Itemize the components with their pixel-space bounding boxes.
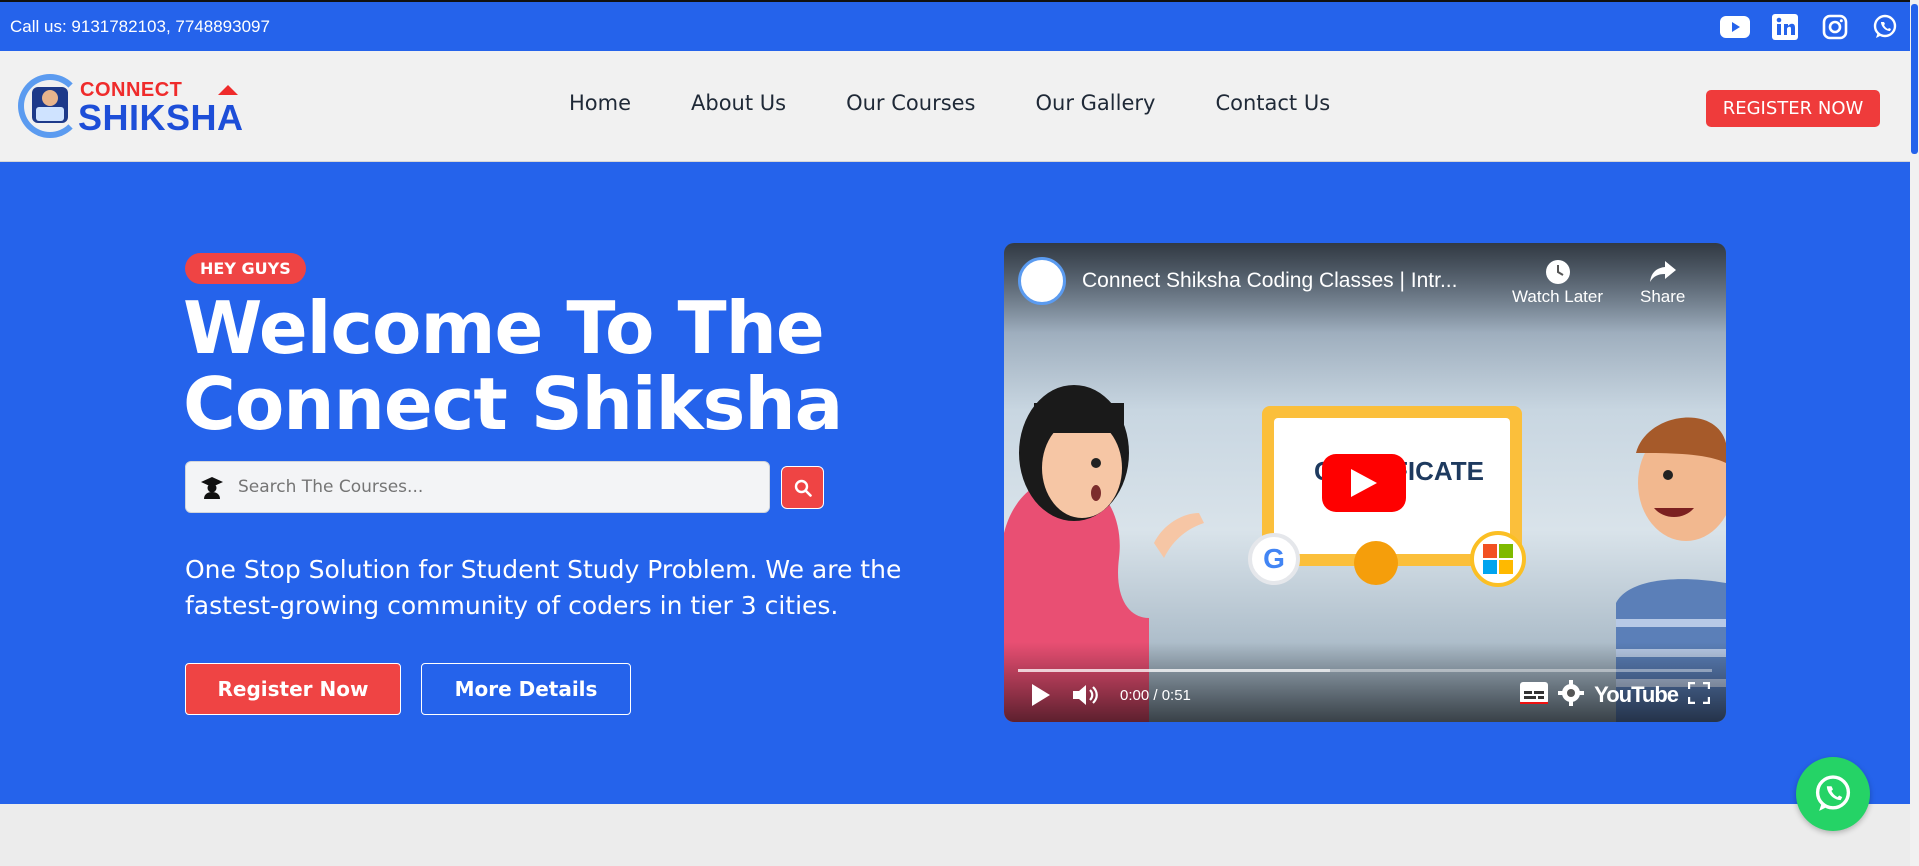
share-button[interactable]: Share	[1640, 257, 1685, 307]
nav-our-gallery[interactable]: Our Gallery	[1036, 91, 1156, 115]
nav-menu: Home About Us Our Courses Our Gallery Co…	[569, 91, 1330, 115]
top-contact-bar: Call us: 9131782103, 7748893097	[0, 0, 1910, 51]
nav-contact-us[interactable]: Contact Us	[1215, 91, 1330, 115]
nav-about-us[interactable]: About Us	[691, 91, 786, 115]
youtube-logo[interactable]: YouTube	[1594, 682, 1679, 708]
brand-logo[interactable]: CONNECT SHIKSHA	[18, 69, 248, 145]
volume-icon	[1073, 685, 1098, 705]
youtube-video-player[interactable]: CERTIFICATE G Connect Shiksha Coding Cla…	[1004, 243, 1726, 722]
fullscreen-icon	[1687, 681, 1711, 705]
graduation-cap-icon	[218, 85, 238, 95]
call-info: Call us: 9131782103, 7748893097	[10, 16, 270, 36]
headline-line-2: Connect Shiksha	[183, 362, 843, 446]
settings-button[interactable]	[1558, 680, 1585, 710]
nav-home[interactable]: Home	[569, 91, 631, 115]
medal-icon	[1354, 541, 1398, 585]
play-icon	[1351, 469, 1377, 497]
whatsapp-icon	[1815, 775, 1851, 811]
video-title[interactable]: Connect Shiksha Coding Classes | Intr...	[1082, 269, 1502, 293]
captions-button[interactable]	[1520, 682, 1549, 708]
whatsapp-float-button[interactable]	[1796, 757, 1870, 831]
search-icon	[794, 479, 812, 497]
video-controls: 0:00 / 0:51 YouTube	[1004, 675, 1726, 715]
main-navbar: CONNECT SHIKSHA Home About Us Our Course…	[0, 51, 1910, 162]
hero-headline: Welcome To The Connect Shiksha	[183, 290, 843, 442]
hero-description: One Stop Solution for Student Study Prob…	[185, 555, 902, 620]
video-time: 0:00 / 0:51	[1120, 686, 1191, 704]
fullscreen-button[interactable]	[1687, 681, 1711, 708]
clock-icon	[1545, 260, 1570, 284]
course-search	[185, 461, 770, 513]
register-now-button[interactable]: REGISTER NOW	[1706, 90, 1880, 127]
buffer-fill	[1018, 669, 1331, 672]
search-button[interactable]	[781, 466, 824, 509]
google-logo-icon: G	[1248, 533, 1300, 585]
gear-icon	[1558, 680, 1585, 706]
whatsapp-icon[interactable]	[1870, 12, 1900, 42]
hero-badge: HEY GUYS	[185, 253, 306, 284]
graduate-icon	[200, 475, 224, 499]
volume-button[interactable]	[1064, 683, 1110, 707]
logo-word-shiksha: SHIKSHA	[78, 97, 244, 138]
video-progress-bar[interactable]	[1018, 669, 1712, 672]
captions-icon	[1520, 682, 1549, 704]
scrollbar-thumb[interactable]	[1911, 4, 1918, 154]
page-scrollbar[interactable]	[1910, 0, 1919, 866]
coder-avatar-icon	[32, 87, 68, 123]
watch-later-button[interactable]: Watch Later	[1512, 257, 1603, 307]
youtube-icon[interactable]	[1720, 12, 1750, 42]
hero-section: HEY GUYS Welcome To The Connect Shiksha …	[0, 162, 1910, 804]
headline-line-1: Welcome To The	[183, 286, 825, 370]
hero-register-button[interactable]: Register Now	[185, 663, 401, 715]
linkedin-icon[interactable]	[1770, 12, 1800, 42]
channel-avatar[interactable]	[1018, 257, 1066, 305]
play-button[interactable]	[1018, 684, 1064, 706]
more-details-button[interactable]: More Details	[421, 663, 631, 715]
play-overlay-button[interactable]	[1322, 454, 1406, 512]
play-icon	[1032, 684, 1050, 706]
microsoft-logo-icon	[1470, 531, 1526, 587]
social-links	[1720, 12, 1900, 42]
share-icon	[1649, 261, 1676, 282]
search-input[interactable]	[238, 477, 758, 497]
instagram-icon[interactable]	[1820, 12, 1850, 42]
nav-our-courses[interactable]: Our Courses	[846, 91, 975, 115]
